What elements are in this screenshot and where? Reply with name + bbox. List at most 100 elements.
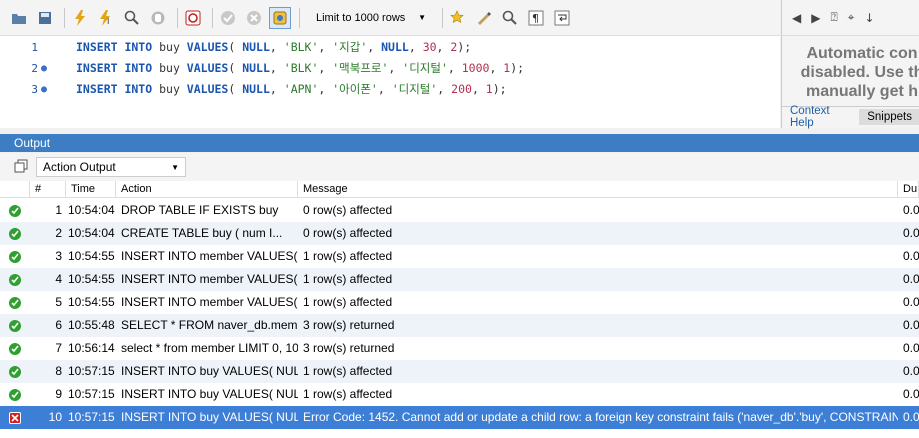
grid-header: # Time Action Message Du xyxy=(0,181,919,198)
code-token: , xyxy=(269,61,284,75)
row-number: 5 xyxy=(55,295,62,309)
row-time: 10:54:55 xyxy=(68,295,115,309)
code-token: 200 xyxy=(451,82,472,96)
toolbar-separator xyxy=(299,7,300,28)
chevron-down-icon: ▼ xyxy=(418,13,426,22)
table-row[interactable]: 8 10:57:15 INSERT INTO buy VALUES( NUL... 1… xyxy=(0,360,919,383)
output-type-select[interactable]: Action Output ▼ xyxy=(36,157,186,177)
output-panel-header: Output xyxy=(0,134,919,152)
row-message: 3 row(s) returned xyxy=(303,341,395,355)
auto-help-icon[interactable]: ⌖ xyxy=(848,10,855,25)
row-time: 10:56:14 xyxy=(68,341,115,355)
tab-context-help[interactable]: Context Help xyxy=(782,103,859,131)
row-duration: 0.0 xyxy=(903,410,919,424)
column-header-number[interactable]: # xyxy=(30,181,66,198)
toggle-error-icon[interactable] xyxy=(182,7,204,29)
svg-text:I: I xyxy=(107,17,109,26)
table-row[interactable]: 1 10:54:04 DROP TABLE IF EXISTS buy 0 row(s… xyxy=(0,199,919,222)
column-header-message[interactable]: Message xyxy=(298,181,898,198)
error-x-icon xyxy=(9,411,21,424)
help-toggle-icon[interactable]: ⍰ xyxy=(830,10,837,25)
success-check-icon xyxy=(9,227,21,240)
row-number: 3 xyxy=(55,249,62,263)
code-token: ); xyxy=(492,82,507,96)
workbench-window: I Limit to 1000 rows ▼ ¶ 1 INSERT INTO b… xyxy=(0,0,919,438)
row-action: INSERT INTO buy VALUES( NUL... xyxy=(121,410,298,424)
output-toolbar: Action Output ▼ xyxy=(0,153,919,181)
row-action: DROP TABLE IF EXISTS buy xyxy=(121,203,279,217)
invisible-chars-icon[interactable]: ¶ xyxy=(525,7,547,29)
message-line: manually get h xyxy=(805,83,919,100)
table-row[interactable]: 10 10:57:15 INSERT INTO buy VALUES( NUL...… xyxy=(0,406,919,429)
success-check-icon xyxy=(9,204,21,217)
add-to-favorites-icon[interactable] xyxy=(447,7,469,29)
tab-snippets[interactable]: Snippets xyxy=(859,108,919,125)
toolbar-separator xyxy=(177,7,178,28)
sql-editor-toolbar: I Limit to 1000 rows ▼ ¶ xyxy=(0,0,780,36)
column-header-action[interactable]: Action xyxy=(116,181,298,198)
action-output-grid: # Time Action Message Du 1 10:54:04 DROP T… xyxy=(0,181,919,438)
status-cell xyxy=(0,291,30,314)
success-check-icon xyxy=(9,273,21,286)
explain-icon[interactable] xyxy=(121,7,143,29)
row-duration: 0.0 xyxy=(903,249,919,263)
code-token: INSERT INTO xyxy=(76,40,153,54)
column-header-time[interactable]: Time xyxy=(66,181,116,198)
code-token: '디지털' xyxy=(402,61,448,75)
code-token: , xyxy=(408,40,423,54)
find-icon[interactable] xyxy=(499,7,521,29)
code-token: , xyxy=(269,40,284,54)
row-message: 0 row(s) affected xyxy=(303,203,393,217)
code-token: 30 xyxy=(422,40,437,54)
table-row[interactable]: 6 10:55:48 SELECT * FROM naver_db.memb... 3… xyxy=(0,314,919,337)
execute-current-icon[interactable]: I xyxy=(95,7,117,29)
chevron-down-icon: ▼ xyxy=(171,162,179,172)
execute-icon[interactable] xyxy=(69,7,91,29)
status-cell xyxy=(0,337,30,360)
autocommit-icon[interactable] xyxy=(269,6,291,29)
save-icon[interactable] xyxy=(34,7,56,29)
table-row[interactable]: 9 10:57:15 INSERT INTO buy VALUES( NUL... 1… xyxy=(0,383,919,406)
column-header-duration[interactable]: Du xyxy=(898,181,919,198)
sql-editor[interactable]: 1 INSERT INTO buy VALUES( NULL, 'BLK', '지… xyxy=(0,36,780,128)
code-text: INSERT INTO buy VALUES( NULL, 'APN', '아이… xyxy=(76,81,507,97)
jump-icon[interactable]: ↓ xyxy=(864,11,874,25)
row-time: 10:54:55 xyxy=(68,249,115,263)
row-message: Error Code: 1452. Cannot add or update a… xyxy=(303,410,898,424)
success-check-icon xyxy=(9,388,21,401)
row-time: 10:54:55 xyxy=(68,272,115,286)
rollback-icon[interactable] xyxy=(243,7,265,29)
commit-icon[interactable] xyxy=(217,7,239,29)
row-action: INSERT INTO member VALUES('T... xyxy=(121,249,298,263)
line-number: 2 xyxy=(31,61,38,75)
row-duration: 0.0 xyxy=(903,203,919,217)
code-token: , xyxy=(318,61,333,75)
status-cell xyxy=(0,199,30,222)
code-text: INSERT INTO buy VALUES( NULL, 'BLK', '맥북… xyxy=(76,60,524,76)
copy-icon[interactable] xyxy=(14,159,28,176)
success-check-icon xyxy=(9,296,21,309)
table-row[interactable]: 3 10:54:55 INSERT INTO member VALUES('T...… xyxy=(0,245,919,268)
table-row[interactable]: 4 10:54:55 INSERT INTO member VALUES('B...… xyxy=(0,268,919,291)
beautify-icon[interactable] xyxy=(473,7,495,29)
row-number: 1 xyxy=(55,203,62,217)
row-action: INSERT INTO member VALUES('B... xyxy=(121,272,298,286)
back-icon[interactable]: ◀ xyxy=(792,11,801,25)
row-time: 10:57:15 xyxy=(68,364,115,378)
table-row[interactable]: 5 10:54:55 INSERT INTO member VALUES('... 1… xyxy=(0,291,919,314)
line-number: 3 xyxy=(31,82,38,96)
table-row[interactable]: 2 10:54:04 CREATE TABLE buy ( num I... 0 ro… xyxy=(0,222,919,245)
forward-icon[interactable]: ▶ xyxy=(811,11,820,25)
editor-line[interactable]: 2 ● INSERT INTO buy VALUES( NULL, 'BLK', '… xyxy=(0,58,780,78)
code-text: INSERT INTO buy VALUES( NULL, 'BLK', '지갑… xyxy=(76,39,471,55)
wrap-icon[interactable] xyxy=(551,7,573,29)
editor-line[interactable]: 3 ● INSERT INTO buy VALUES( NULL, 'APN', '… xyxy=(0,79,780,99)
code-token: 1 xyxy=(485,82,493,96)
limit-rows-select[interactable]: Limit to 1000 rows ▼ xyxy=(310,8,432,28)
open-folder-icon[interactable] xyxy=(8,7,30,29)
stop-icon[interactable] xyxy=(147,7,169,29)
status-cell xyxy=(0,314,30,337)
table-row[interactable]: 7 10:56:14 select * from member LIMIT 0, 1… xyxy=(0,337,919,360)
editor-line[interactable]: 1 INSERT INTO buy VALUES( NULL, 'BLK', '지… xyxy=(0,37,780,57)
code-token: 1000 xyxy=(461,61,490,75)
